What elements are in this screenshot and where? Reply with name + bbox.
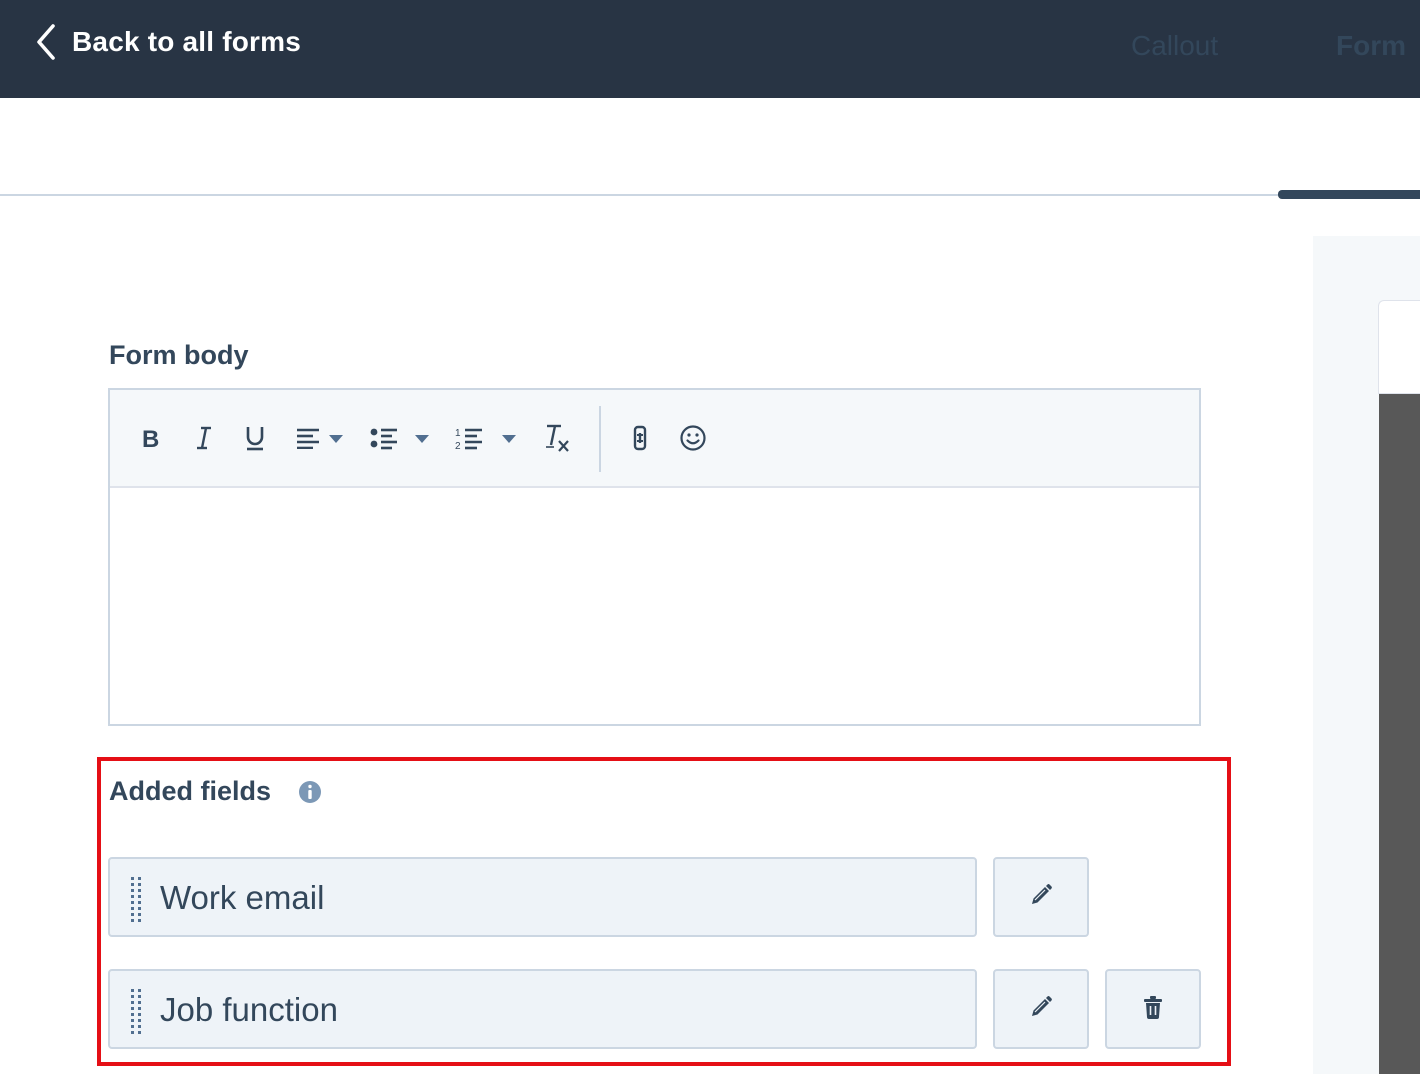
italic-button[interactable]	[194, 420, 214, 460]
chevron-down-icon	[501, 431, 517, 449]
toolbar-divider	[599, 406, 601, 472]
clear-formatting-button[interactable]	[544, 420, 570, 460]
form-body-label: Form body	[109, 340, 249, 370]
svg-text:B: B	[142, 426, 159, 450]
underline-icon	[244, 424, 266, 457]
pencil-icon	[1029, 883, 1053, 912]
back-link-label: Back to all forms	[72, 26, 302, 57]
personalize-token-button[interactable]	[632, 420, 648, 460]
drag-handle-icon[interactable]	[130, 987, 142, 1035]
info-icon[interactable]	[298, 780, 322, 804]
bold-button[interactable]: B	[140, 420, 160, 460]
editor-toolbar: B 1 2	[110, 390, 1199, 488]
personalize-token-icon	[632, 424, 648, 457]
added-field-row[interactable]: Work email	[108, 857, 977, 937]
tab-bar	[0, 98, 1420, 196]
bulleted-list-icon	[370, 426, 398, 455]
numbered-list-icon: 12	[455, 426, 483, 455]
pencil-icon	[1029, 995, 1053, 1024]
edit-field-button[interactable]	[993, 857, 1089, 937]
svg-text:2: 2	[455, 441, 461, 450]
chevron-left-icon	[34, 22, 58, 62]
bulleted-list-dropdown-button[interactable]	[370, 420, 430, 460]
trash-icon	[1143, 995, 1163, 1024]
edit-field-button[interactable]	[993, 969, 1089, 1049]
form-body-editor: B 1 2	[108, 388, 1201, 726]
back-to-all-forms-link[interactable]: Back to all forms	[34, 20, 301, 64]
added-field-row[interactable]: Job function	[108, 969, 977, 1049]
italic-icon	[194, 425, 214, 456]
align-dropdown-button[interactable]	[296, 420, 344, 460]
active-tab-indicator	[1278, 190, 1420, 199]
field-label: Work email	[160, 879, 325, 916]
clear-formatting-icon	[544, 423, 570, 458]
numbered-list-dropdown-button[interactable]: 12	[455, 420, 517, 460]
tab-callout[interactable]: Callout	[1131, 30, 1218, 62]
chevron-down-icon	[328, 431, 344, 449]
chevron-down-icon	[414, 431, 430, 449]
field-label: Job function	[160, 991, 338, 1028]
form-body-text-area[interactable]	[110, 488, 1199, 724]
svg-text:1: 1	[455, 428, 461, 439]
underline-button[interactable]	[244, 420, 266, 460]
delete-field-button[interactable]	[1105, 969, 1201, 1049]
tab-form[interactable]: Form	[1336, 30, 1406, 62]
emoji-icon	[679, 424, 707, 457]
preview-image	[1379, 394, 1420, 1074]
added-fields-label: Added fields	[109, 776, 272, 806]
drag-handle-icon[interactable]	[130, 875, 142, 923]
preview-card	[1378, 300, 1420, 394]
bold-icon: B	[140, 426, 160, 455]
emoji-button[interactable]	[679, 420, 707, 460]
align-left-icon	[296, 427, 320, 454]
